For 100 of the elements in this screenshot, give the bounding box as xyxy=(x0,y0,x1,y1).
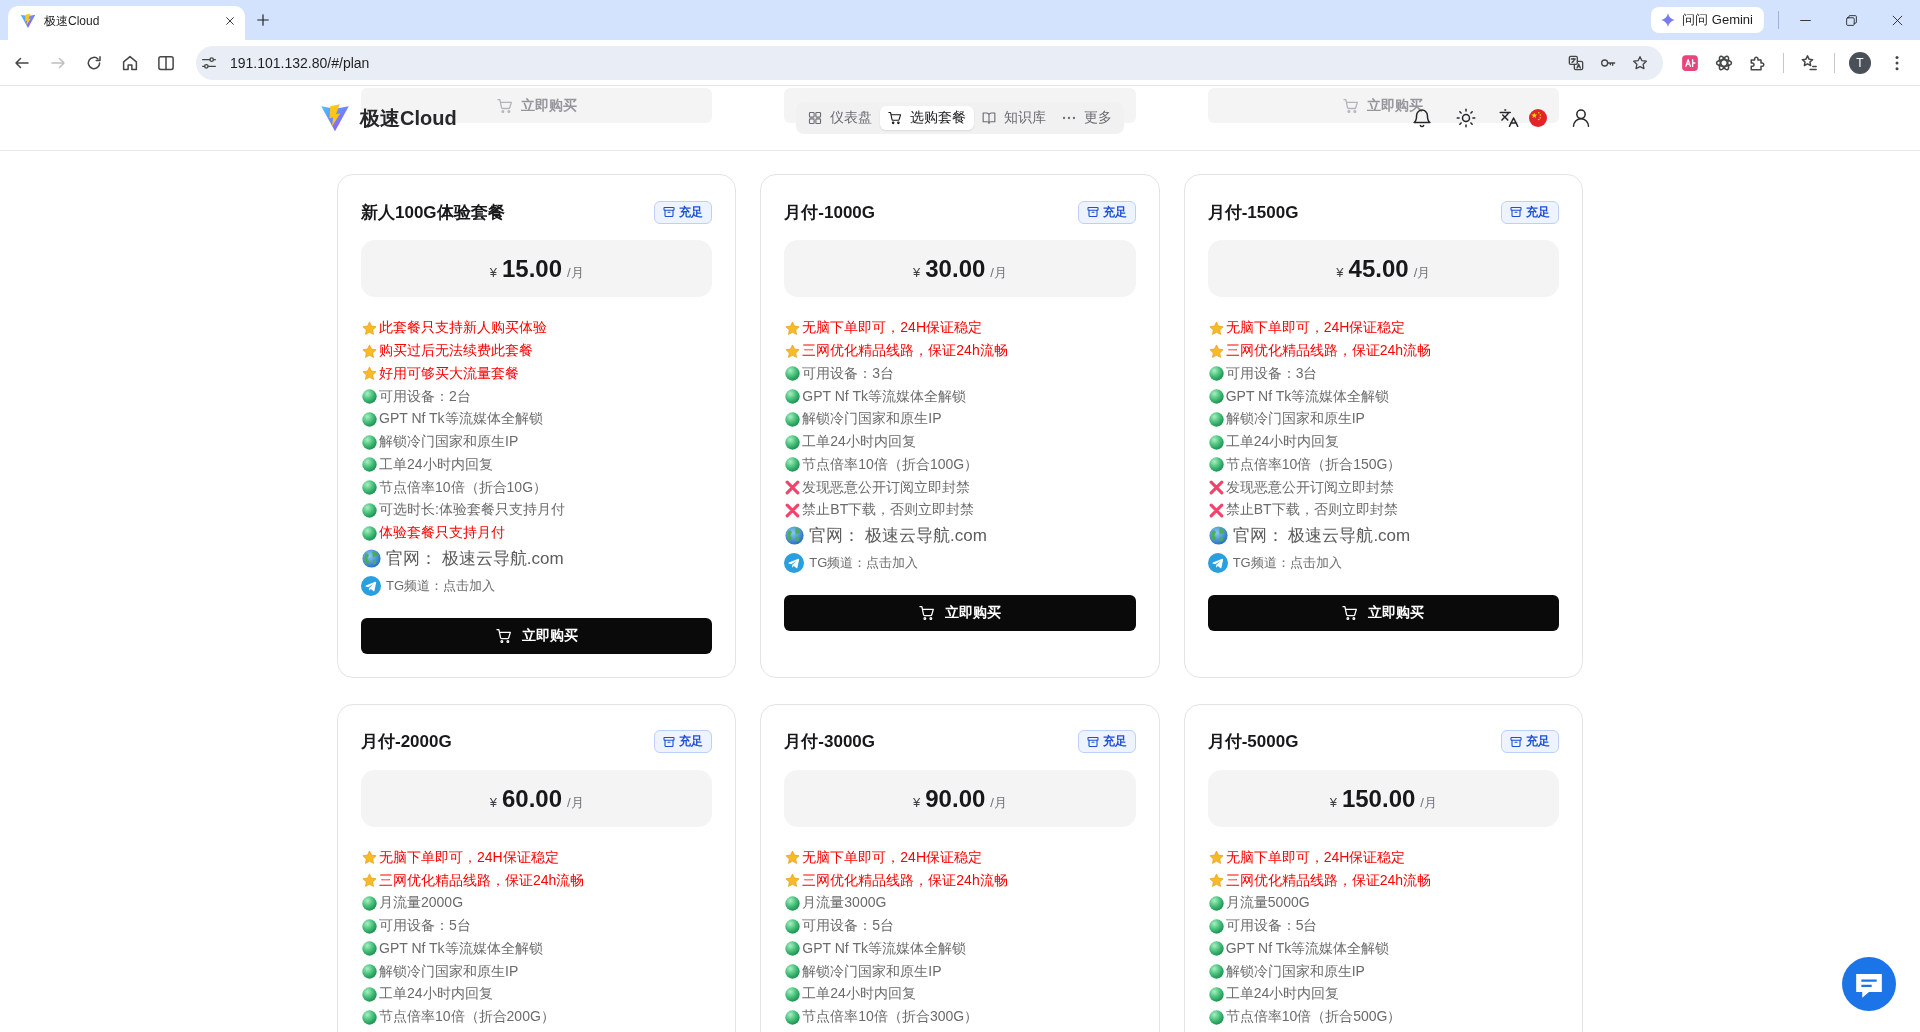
dot-icon xyxy=(785,1009,801,1025)
stock-status: 充足 xyxy=(1102,733,1127,750)
feature-text: 节点倍率10倍（折合100G） xyxy=(802,455,979,474)
feature-text: 工单24小时内回复 xyxy=(1225,985,1340,1004)
flag-icon[interactable] xyxy=(1529,109,1547,127)
home-icon[interactable] xyxy=(121,53,139,72)
cart-icon xyxy=(1342,604,1359,621)
price-unit: /月 xyxy=(990,264,1007,282)
dot-icon xyxy=(785,895,801,911)
channel-link[interactable]: TG频道：点击加入 xyxy=(1232,553,1342,572)
star-icon xyxy=(785,873,801,889)
faded-label: 立即购买 xyxy=(1367,96,1424,115)
translate-icon[interactable] xyxy=(1499,108,1519,128)
nav-tab[interactable]: 仪表盘 xyxy=(800,106,880,130)
channel-link[interactable]: TG频道：点击加入 xyxy=(386,576,496,595)
feature-text: 解锁冷门国家和原生IP xyxy=(1225,410,1365,429)
feature-text: 三网优化精品线路，保证24h流畅 xyxy=(802,871,1008,890)
feature-text: GPT Nf Tk等流媒体全解锁 xyxy=(1225,387,1390,406)
sun-icon[interactable] xyxy=(1456,108,1476,128)
star-icon xyxy=(785,320,801,336)
star-icon[interactable] xyxy=(1632,54,1648,71)
buy-button[interactable]: 立即购买 xyxy=(784,594,1136,631)
profile-avatar[interactable]: T xyxy=(1849,51,1871,74)
cross-icon xyxy=(785,480,801,496)
website-link[interactable]: 官网： 极速云导航.com xyxy=(386,547,564,570)
archive-icon xyxy=(663,206,676,218)
feature-text: 可用设备：5台 xyxy=(1225,917,1318,936)
feature-text: 节点倍率10倍（折合10G） xyxy=(379,478,548,497)
currency-symbol: ¥ xyxy=(1329,794,1337,810)
price-unit: /月 xyxy=(1413,264,1431,282)
address-field[interactable]: 191.101.132.80/#/plan xyxy=(196,45,1663,80)
dot-icon xyxy=(1208,1009,1224,1025)
website-link[interactable]: 官网： 极速云导航.com xyxy=(1232,524,1411,548)
atom-icon[interactable] xyxy=(1715,53,1733,72)
dot-icon xyxy=(1208,964,1224,980)
price-amount: 60.00 xyxy=(501,783,562,814)
buy-button[interactable]: 立即购买 xyxy=(1207,594,1559,631)
split-view-icon[interactable] xyxy=(157,53,175,72)
close-icon[interactable] xyxy=(1890,13,1904,27)
star-icon xyxy=(1208,850,1224,866)
feature-text: 工单24小时内回复 xyxy=(802,985,916,1004)
browser-tab[interactable]: 极速Cloud xyxy=(8,6,245,40)
paper-plane-icon xyxy=(1207,552,1228,573)
ask-assistant-button[interactable]: 问问 Gemini xyxy=(1651,7,1764,33)
dot-icon xyxy=(362,389,377,405)
website-link[interactable]: 官网： 极速云导航.com xyxy=(809,524,987,548)
currency-symbol: ¥ xyxy=(489,794,497,810)
feature-text: 可用设备：3台 xyxy=(802,364,895,383)
feature-text: 工单24小时内回复 xyxy=(379,455,493,474)
dot-icon xyxy=(362,457,377,473)
feature-text: 工单24小时内回复 xyxy=(379,985,493,1004)
reload-icon[interactable] xyxy=(85,53,103,72)
sliders-icon[interactable] xyxy=(201,54,217,71)
feature-text: 发现恶意公开订阅立即封禁 xyxy=(1225,478,1394,497)
dot-icon xyxy=(1208,895,1224,911)
plan-title: 新人100G体验套餐 xyxy=(361,201,505,224)
sparkle-icon xyxy=(1660,12,1677,28)
close-icon[interactable] xyxy=(225,16,235,26)
dot-icon xyxy=(1208,434,1224,450)
nav-tab[interactable]: 更多 xyxy=(1054,106,1120,130)
nav-tab[interactable]: 知识库 xyxy=(974,106,1054,130)
app-tile-icon[interactable] xyxy=(1681,53,1699,72)
star-icon xyxy=(1208,873,1224,889)
feature-text: 无脑下单即可，24H保证稳定 xyxy=(379,848,559,867)
currency-symbol: ¥ xyxy=(1336,265,1344,280)
book-icon xyxy=(982,111,996,125)
globe-icon xyxy=(785,526,805,546)
feature-text: GPT Nf Tk等流媒体全解锁 xyxy=(802,387,966,406)
chat-icon[interactable] xyxy=(1842,957,1896,1011)
feature-text: 解锁冷门国家和原生IP xyxy=(802,410,942,429)
feature-text: 月流量3000G xyxy=(802,894,887,913)
plan-title: 月付-5000G xyxy=(1207,731,1299,753)
feature-text: 可用设备：2台 xyxy=(379,387,471,406)
star-icon xyxy=(1208,343,1224,359)
restore-icon[interactable] xyxy=(1844,13,1858,27)
favicon-icon xyxy=(20,13,36,29)
archive-icon xyxy=(663,735,676,748)
buy-button[interactable]: 立即购买 xyxy=(361,617,713,654)
price-unit: /月 xyxy=(567,264,584,282)
feature-text: 月流量2000G xyxy=(379,894,464,913)
dot-icon xyxy=(362,480,377,496)
dot-icon xyxy=(1208,918,1224,934)
channel-link[interactable]: TG频道：点击加入 xyxy=(809,553,919,572)
star-list-icon[interactable] xyxy=(1800,53,1818,72)
user-icon[interactable] xyxy=(1571,108,1591,128)
translate-icon[interactable] xyxy=(1568,54,1584,71)
feature-text: 可用设备：5台 xyxy=(802,917,895,936)
feature-text: 体验套餐只支持月付 xyxy=(379,524,505,543)
feature-text: 此套餐只支持新人购买体验 xyxy=(379,319,547,338)
feature-text: 无脑下单即可，24H保证稳定 xyxy=(1225,848,1406,867)
dot-icon xyxy=(785,457,801,473)
star-icon xyxy=(362,343,377,359)
feature-text: GPT Nf Tk等流媒体全解锁 xyxy=(802,939,966,958)
dot-icon xyxy=(362,986,377,1002)
nav-tab[interactable]: 选购套餐 xyxy=(880,106,974,130)
new-tab-icon[interactable] xyxy=(256,13,270,27)
paper-plane-icon xyxy=(361,575,381,596)
price-amount: 45.00 xyxy=(1348,254,1409,284)
stock-status: 充足 xyxy=(679,203,704,221)
plan-title: 月付-3000G xyxy=(784,731,876,753)
